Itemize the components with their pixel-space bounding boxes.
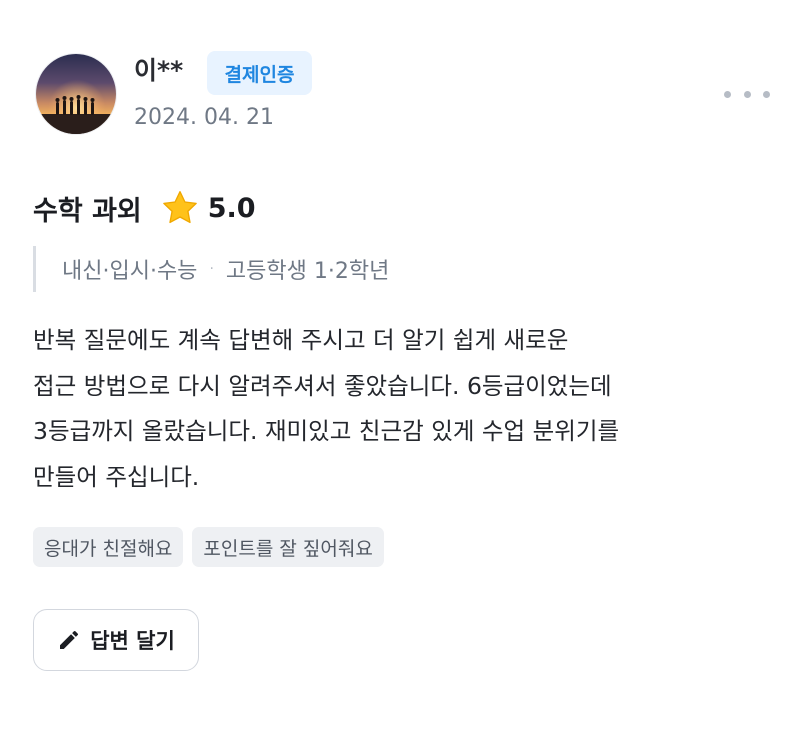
course-type: 내신·입시·수능	[62, 259, 198, 284]
review-text: 반복 질문에도 계속 답변해 주시고 더 알기 쉽게 새로운 접근 방법으로 다…	[33, 318, 773, 500]
more-dot	[763, 90, 770, 98]
more-horizontal-icon	[724, 90, 731, 98]
author-name: 이**	[134, 56, 184, 85]
subject-title: 수학 과외	[33, 195, 142, 227]
review-tag: 응대가 친절해요	[33, 527, 184, 567]
reply-button[interactable]: 답변 달기	[33, 609, 199, 671]
rating-value: 5.0	[207, 192, 256, 224]
review-date: 2024. 04. 21	[134, 105, 274, 130]
student-grade: 고등학생 1·2학년	[225, 259, 390, 284]
review-line: 3등급까지 올랐습니다. 재미있고 친근감 있게 수업 분위기를	[33, 417, 620, 445]
reply-button-label: 답변 달기	[90, 629, 175, 653]
subject-rating-row: 수학 과외 5.0	[33, 186, 256, 230]
more-dot	[743, 90, 751, 98]
more-options-button[interactable]	[724, 84, 770, 104]
pencil-icon	[60, 630, 79, 649]
review-card: 이** 결제인증 2024. 04. 21 수학 과외 5.0 내신·입시·수능…	[0, 0, 800, 730]
review-line: 만들어 주십니다.	[33, 462, 200, 491]
review-line: 접근 방법으로 다시 알려주셔서 좋았습니다. 6등급이었는데	[33, 371, 612, 400]
avatar-image	[36, 54, 116, 134]
review-tags: 응대가 친절해요 포인트를 잘 짚어줘요	[33, 527, 384, 567]
review-line: 반복 질문에도 계속 답변해 주시고 더 알기 쉽게 새로운	[33, 326, 569, 354]
lesson-meta: 내신·입시·수능 · 고등학생 1·2학년	[33, 246, 389, 292]
payment-verified-badge: 결제인증	[207, 51, 312, 95]
avatar[interactable]	[35, 53, 117, 135]
star-icon	[162, 191, 197, 224]
meta-separator: ·	[209, 261, 214, 277]
review-tag: 포인트를 잘 짚어줘요	[192, 527, 384, 567]
